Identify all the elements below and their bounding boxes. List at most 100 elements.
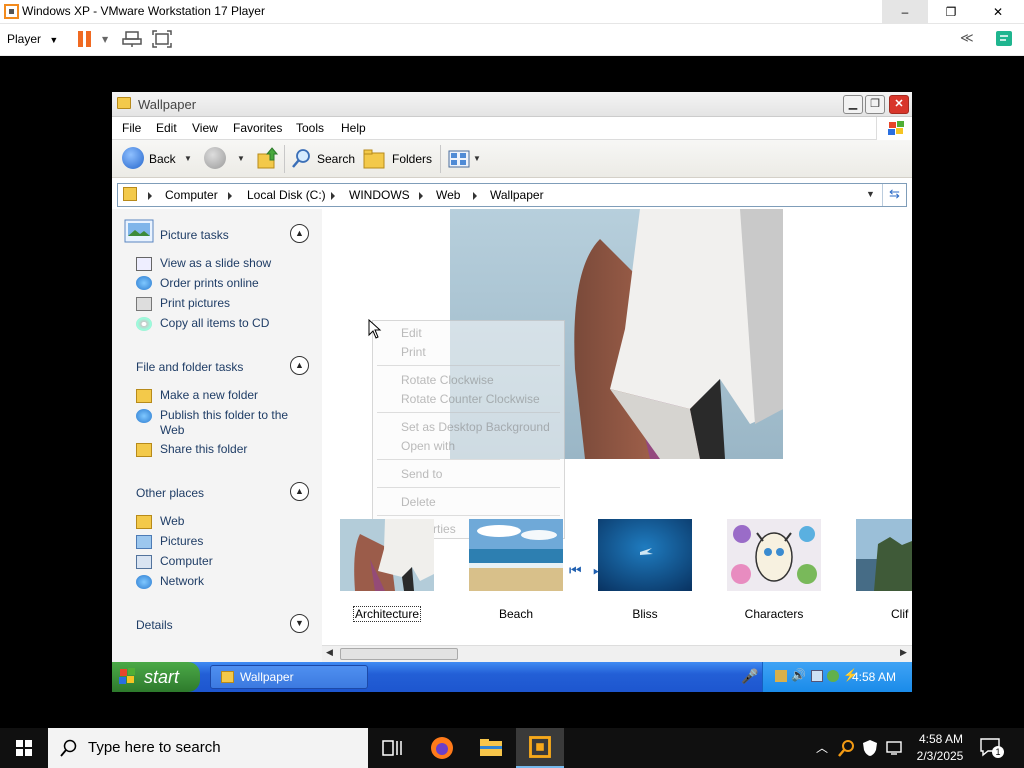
menu-help[interactable]: Help bbox=[341, 121, 366, 135]
task-copy-cd-link[interactable]: Copy all items to CD bbox=[160, 316, 269, 330]
scrollbar-thumb[interactable] bbox=[340, 648, 458, 660]
thumbnail-characters[interactable] bbox=[727, 519, 821, 591]
thumbnail-cliff[interactable] bbox=[856, 519, 912, 591]
minimize-button[interactable]: – bbox=[882, 0, 928, 24]
ctx-open-with[interactable]: Open with bbox=[401, 439, 455, 453]
close-button[interactable]: ✕ bbox=[889, 95, 909, 114]
send-ctrl-alt-del-icon[interactable] bbox=[122, 30, 142, 48]
player-menu-button[interactable]: Player ▼ bbox=[7, 32, 58, 46]
menu-tools[interactable]: Tools bbox=[296, 121, 324, 135]
unity-icon[interactable] bbox=[993, 29, 1015, 49]
chevron-down-icon[interactable]: ▼ bbox=[866, 189, 875, 199]
menu-edit[interactable]: Edit bbox=[156, 121, 177, 135]
previous-image-icon[interactable]: ⏮ bbox=[569, 562, 582, 579]
taskbar-wallpaper-button[interactable]: Wallpaper bbox=[210, 665, 368, 689]
task-publish-link[interactable]: Publish this folder to the Web bbox=[160, 408, 300, 438]
chevron-down-icon[interactable]: ▼ bbox=[184, 147, 192, 171]
folder-up-icon[interactable] bbox=[257, 146, 279, 170]
thumbnail-label-architecture[interactable]: Architecture bbox=[337, 606, 437, 622]
security-shield-icon[interactable] bbox=[862, 739, 878, 757]
tray-security-icon[interactable] bbox=[827, 670, 839, 682]
task-order-prints-link[interactable]: Order prints online bbox=[160, 276, 259, 290]
task-view-icon[interactable] bbox=[368, 728, 416, 768]
back-button[interactable]: Back bbox=[149, 147, 176, 171]
menu-favorites[interactable]: Favorites bbox=[233, 121, 282, 135]
breadcrumb-wallpaper[interactable]: Wallpaper bbox=[490, 188, 544, 202]
expand-icon[interactable]: ▼ bbox=[290, 614, 309, 633]
ctx-set-background[interactable]: Set as Desktop Background bbox=[401, 420, 550, 434]
notification-icon[interactable]: 1 bbox=[980, 737, 1004, 758]
firefox-icon[interactable] bbox=[418, 728, 466, 768]
place-computer-link[interactable]: Computer bbox=[160, 554, 213, 568]
host-search-box[interactable]: Type here to search bbox=[48, 728, 368, 768]
chevron-down-icon[interactable]: ▼ bbox=[102, 35, 108, 44]
ctx-edit[interactable]: Edit bbox=[401, 326, 422, 340]
minimize-button[interactable]: ▁ bbox=[843, 95, 863, 114]
task-print-link[interactable]: Print pictures bbox=[160, 296, 230, 310]
xp-clock[interactable]: 4:58 AM bbox=[852, 670, 896, 684]
place-web-link[interactable]: Web bbox=[160, 514, 184, 528]
task-slideshow-link[interactable]: View as a slide show bbox=[160, 256, 271, 270]
breadcrumb-local-disk[interactable]: Local Disk (C:) bbox=[247, 188, 326, 202]
file-explorer-icon[interactable] bbox=[467, 728, 515, 768]
flag-quadrant bbox=[127, 676, 134, 683]
tray-network-icon[interactable] bbox=[775, 670, 787, 682]
ctx-print[interactable]: Print bbox=[401, 345, 426, 359]
menu-view[interactable]: View bbox=[192, 121, 218, 135]
fullscreen-icon[interactable] bbox=[152, 30, 172, 48]
breadcrumb-windows[interactable]: WINDOWS bbox=[349, 188, 410, 202]
host-clock-date[interactable]: 2/3/2025 bbox=[910, 749, 970, 763]
close-button[interactable]: ✕ bbox=[975, 0, 1021, 24]
thumbnail-label-bliss[interactable]: Bliss bbox=[595, 607, 695, 621]
thumbnail-label-beach[interactable]: Beach bbox=[466, 607, 566, 621]
search-button[interactable]: Search bbox=[317, 147, 355, 171]
start-button[interactable]: start bbox=[112, 662, 200, 692]
restore-button[interactable]: ❐ bbox=[865, 95, 885, 114]
task-share-link[interactable]: Share this folder bbox=[160, 442, 247, 456]
pictures-icon bbox=[136, 535, 152, 549]
microphone-icon[interactable]: 🎤 bbox=[741, 668, 758, 685]
scroll-left-icon[interactable]: ◀ bbox=[326, 647, 333, 658]
collapse-icon[interactable]: ▲ bbox=[290, 482, 309, 501]
folders-icon[interactable] bbox=[363, 148, 387, 170]
tray-search-icon[interactable] bbox=[838, 739, 856, 757]
scroll-right-icon[interactable]: ▶ bbox=[900, 647, 907, 658]
refresh-icon[interactable]: ⇆ bbox=[882, 184, 907, 206]
host-clock-time[interactable]: 4:58 AM bbox=[916, 732, 966, 746]
ctx-rotate-cw[interactable]: Rotate Clockwise bbox=[401, 373, 494, 387]
thumbnail-label-cliff[interactable]: Clif bbox=[891, 607, 912, 621]
forward-arrow-icon[interactable] bbox=[204, 147, 226, 169]
address-bar[interactable]: Computer Local Disk (C:) WINDOWS Web Wal… bbox=[117, 183, 907, 207]
volume-icon[interactable]: 🔊 bbox=[791, 668, 806, 682]
maximize-button[interactable]: ❐ bbox=[928, 0, 974, 24]
thumbnail-beach[interactable] bbox=[469, 519, 563, 591]
task-new-folder-link[interactable]: Make a new folder bbox=[160, 388, 258, 402]
tray-display-icon[interactable] bbox=[811, 670, 823, 682]
collapse-icon[interactable]: ▲ bbox=[290, 224, 309, 243]
chevron-up-icon[interactable]: ︿ bbox=[816, 739, 828, 756]
chevron-down-icon[interactable]: ▼ bbox=[237, 147, 245, 171]
place-pictures-link[interactable]: Pictures bbox=[160, 534, 203, 548]
collapse-icon[interactable]: ≪ bbox=[960, 31, 974, 46]
place-network-link[interactable]: Network bbox=[160, 574, 204, 588]
folders-button[interactable]: Folders bbox=[392, 147, 432, 171]
views-icon[interactable] bbox=[448, 150, 470, 168]
thumbnail-label-characters[interactable]: Characters bbox=[724, 607, 824, 621]
vmware-player-icon[interactable] bbox=[516, 728, 564, 768]
chevron-down-icon[interactable]: ▼ bbox=[473, 147, 481, 171]
breadcrumb-computer[interactable]: Computer bbox=[165, 188, 218, 202]
search-icon[interactable] bbox=[292, 148, 312, 170]
thumbnail-bliss[interactable] bbox=[598, 519, 692, 591]
network-icon[interactable] bbox=[886, 740, 904, 756]
horizontal-scrollbar[interactable]: ◀ ▶ bbox=[322, 645, 912, 662]
menu-file[interactable]: File bbox=[122, 121, 141, 135]
back-arrow-icon[interactable] bbox=[122, 147, 144, 169]
breadcrumb-web[interactable]: Web bbox=[436, 188, 460, 202]
ctx-rotate-ccw[interactable]: Rotate Counter Clockwise bbox=[401, 392, 540, 406]
collapse-icon[interactable]: ▲ bbox=[290, 356, 309, 375]
pause-icon[interactable] bbox=[78, 31, 92, 47]
thumbnail-architecture[interactable] bbox=[340, 519, 434, 591]
ctx-delete[interactable]: Delete bbox=[401, 495, 436, 509]
windows-start-icon[interactable] bbox=[0, 728, 48, 768]
ctx-send-to[interactable]: Send to bbox=[401, 467, 442, 481]
